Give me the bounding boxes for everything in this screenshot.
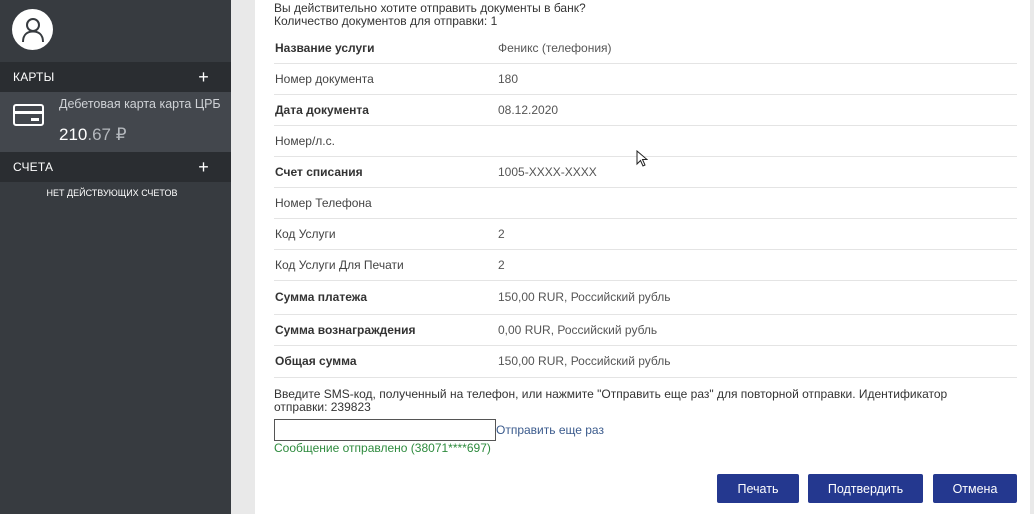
row-value: 150,00 RUR, Российский рубль (498, 354, 671, 368)
table-row: Название услуги Феникс (телефония) (274, 33, 1017, 64)
row-value: Феникс (телефония) (498, 41, 612, 55)
row-label: Счет списания (275, 165, 363, 179)
sms-sent-status: Сообщение отправлено (38071****697) (274, 441, 491, 455)
table-row: Общая сумма 150,00 RUR, Российский рубль (274, 346, 1017, 378)
credit-card-icon (13, 104, 44, 126)
user-icon (21, 17, 44, 42)
row-label: Код Услуги Для Печати (275, 258, 404, 272)
card-balance-cents: .67 (87, 125, 112, 144)
table-row: Номер Телефона (274, 188, 1017, 219)
row-label: Общая сумма (275, 354, 357, 368)
row-label: Номер/л.с. (275, 134, 335, 148)
table-row: Дата документа 08.12.2020 (274, 95, 1017, 126)
confirmation-intro: Вы действительно хотите отправить докуме… (274, 2, 586, 27)
row-value: 2 (498, 258, 505, 272)
row-value: 08.12.2020 (498, 103, 559, 117)
sidebar-gap (231, 0, 255, 514)
table-row: Сумма вознаграждения 0,00 RUR, Российский… (274, 315, 1017, 346)
row-value: 1005-XXXX-XXXX (498, 165, 597, 179)
sidebar: КАРТЫ + Дебетовая карта карта ЦРБ 210.67… (0, 0, 231, 514)
resend-sms-link[interactable]: Отправить еще раз (496, 423, 604, 437)
card-balance: 210.67 ₽ (59, 125, 127, 145)
print-button[interactable]: Печать (717, 474, 799, 503)
avatar[interactable] (12, 9, 53, 50)
table-row: Код Услуги Для Печати 2 (274, 250, 1017, 281)
sms-instruction: Введите SMS-код, полученный на телефон, … (274, 387, 948, 414)
row-value: 0,00 RUR, Российский рубль (498, 323, 658, 337)
accounts-section-label: СЧЕТА (13, 160, 54, 174)
row-label: Номер Телефона (275, 196, 372, 210)
mouse-cursor-icon (636, 150, 648, 167)
table-row: Номер документа 180 (274, 64, 1017, 95)
add-account-plus-icon[interactable]: + (198, 158, 209, 176)
row-value: 150,00 RUR, Российский рубль (498, 290, 671, 304)
sms-code-input[interactable] (274, 419, 496, 441)
row-value: 2 (498, 227, 505, 241)
cards-section-header: КАРТЫ + (0, 62, 231, 92)
cancel-button[interactable]: Отмена (933, 474, 1017, 503)
document-details-table: Название услуги Феникс (телефония) Номер д… (274, 33, 1017, 378)
scrollbar-track[interactable] (1030, 0, 1034, 514)
row-label: Код Услуги (275, 227, 336, 241)
accounts-section-header: СЧЕТА + (0, 152, 231, 182)
document-count: Количество документов для отправки: 1 (274, 13, 498, 28)
row-value: 180 (498, 72, 519, 86)
card-name: Дебетовая карта карта ЦРБ (59, 97, 221, 111)
currency-symbol: ₽ (115, 125, 127, 144)
no-accounts-message: НЕТ ДЕЙСТВУЮЩИХ СЧЕТОВ (46, 188, 178, 198)
row-label: Номер документа (275, 72, 374, 86)
cards-section-label: КАРТЫ (13, 70, 55, 84)
table-row: Сумма платежа 150,00 RUR, Российский рубл… (274, 281, 1017, 315)
table-row: Код Услуги 2 (274, 219, 1017, 250)
row-label: Дата документа (275, 103, 369, 117)
row-label: Сумма вознаграждения (275, 323, 416, 337)
row-label: Сумма платежа (275, 290, 368, 304)
add-card-plus-icon[interactable]: + (198, 68, 209, 86)
confirm-button[interactable]: Подтвердить (808, 474, 923, 503)
card-item[interactable]: Дебетовая карта карта ЦРБ 210.67 ₽ (0, 92, 231, 152)
row-label: Название услуги (275, 41, 375, 55)
confirmation-question: Вы действительно хотите отправить докуме… (274, 1, 586, 15)
card-balance-main: 210 (59, 125, 88, 144)
